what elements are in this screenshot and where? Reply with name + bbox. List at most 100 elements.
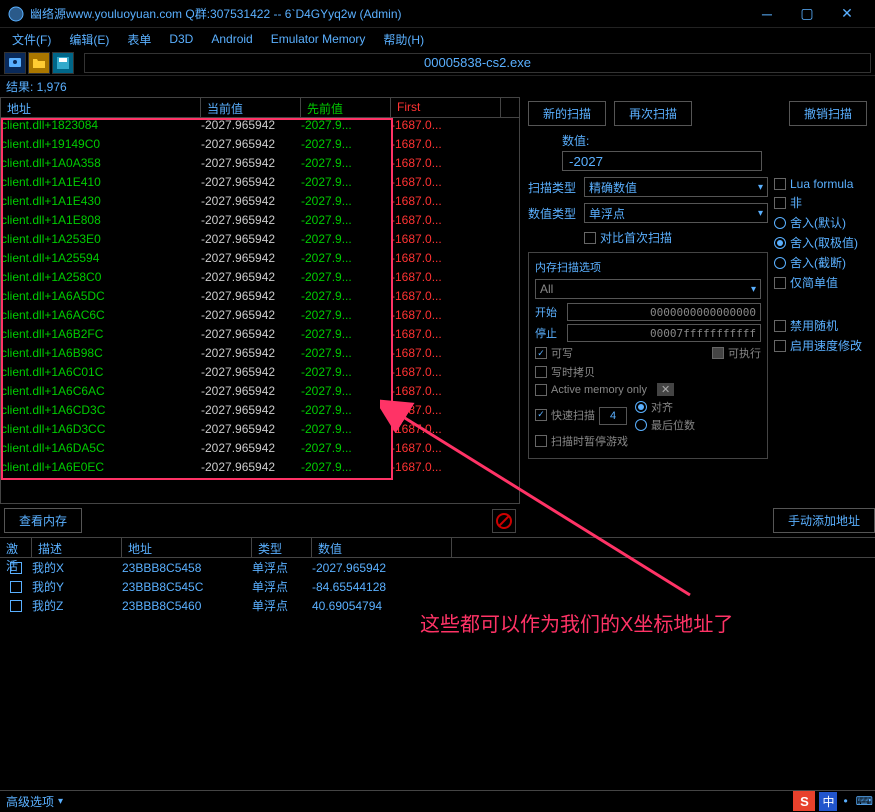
result-row[interactable]: client.dll+1A6C01C-2027.965942-2027.9...…	[1, 365, 519, 384]
select-process-icon[interactable]	[4, 52, 26, 74]
menu-emulator[interactable]: Emulator Memory	[263, 30, 374, 48]
result-row[interactable]: client.dll+1A6B2FC-2027.965942-2027.9...…	[1, 327, 519, 346]
result-row[interactable]: client.dll+1A6CD3C-2027.965942-2027.9...…	[1, 403, 519, 422]
minimize-button[interactable]: ─	[747, 2, 787, 26]
stop-address-input[interactable]	[567, 324, 761, 342]
cow-checkbox[interactable]	[535, 366, 547, 378]
start-address-input[interactable]	[567, 303, 761, 321]
results-table: 地址 当前值 先前值 First client.dll+1823084-2027…	[0, 97, 520, 504]
pause-game-checkbox[interactable]	[535, 435, 547, 447]
scan-value-input[interactable]	[562, 151, 762, 171]
compare-first-checkbox[interactable]	[584, 232, 596, 244]
toolbar: 00005838-cs2.exe	[0, 50, 875, 76]
last-digit-radio[interactable]	[635, 419, 647, 431]
col-previous[interactable]: 先前值	[301, 98, 391, 117]
memopt-all-select[interactable]: All▾	[535, 279, 761, 299]
result-row[interactable]: client.dll+1A1E410-2027.965942-2027.9...…	[1, 175, 519, 194]
menu-android[interactable]: Android	[203, 30, 260, 48]
next-scan-button[interactable]: 再次扫描	[614, 101, 692, 126]
bcol-type[interactable]: 类型	[252, 538, 312, 557]
chevron-down-icon[interactable]: ▾	[58, 796, 63, 807]
freeze-checkbox[interactable]	[10, 600, 22, 612]
ime-taskbar: S 中 • ⌨	[793, 790, 875, 812]
round-extreme-radio[interactable]	[774, 237, 786, 249]
freeze-checkbox[interactable]	[10, 562, 22, 574]
fast-scan-value[interactable]	[599, 407, 627, 425]
result-row[interactable]: client.dll+1A6C6AC-2027.965942-2027.9...…	[1, 384, 519, 403]
menu-edit[interactable]: 编辑(E)	[61, 29, 117, 50]
result-row[interactable]: client.dll+1A6A5DC-2027.965942-2027.9...…	[1, 289, 519, 308]
col-current[interactable]: 当前值	[201, 98, 301, 117]
menu-table[interactable]: 表单	[119, 29, 159, 50]
ime-dot-icon[interactable]: •	[841, 794, 849, 808]
statusbar: 高级选项 ▾	[0, 790, 875, 812]
save-icon[interactable]	[52, 52, 74, 74]
result-row[interactable]: client.dll+1A6D3CC-2027.965942-2027.9...…	[1, 422, 519, 441]
compare-first-label: 对比首次扫描	[600, 229, 672, 246]
value-label: 数值:	[562, 132, 867, 149]
not-checkbox[interactable]	[774, 197, 786, 209]
col-address[interactable]: 地址	[1, 98, 201, 117]
results-count: 结果: 1,976	[0, 76, 875, 97]
clear-icon[interactable]	[492, 509, 516, 533]
open-file-icon[interactable]	[28, 52, 50, 74]
memopt-title: 内存扫描选项	[535, 259, 761, 275]
result-row[interactable]: client.dll+1A25594-2027.965942-2027.9...…	[1, 251, 519, 270]
lang-icon[interactable]: 中	[819, 792, 837, 811]
ime-icon[interactable]: S	[793, 791, 815, 811]
executable-checkbox[interactable]	[712, 347, 724, 359]
close-button[interactable]: ✕	[827, 2, 867, 26]
round-trunc-radio[interactable]	[774, 257, 786, 269]
align-radio[interactable]	[635, 401, 647, 413]
value-type-select[interactable]: 单浮点▾	[584, 203, 768, 223]
fast-scan-checkbox[interactable]	[535, 409, 547, 421]
result-row[interactable]: client.dll+1A6AC6C-2027.965942-2027.9...…	[1, 308, 519, 327]
bcol-active[interactable]: 激活	[0, 538, 32, 557]
result-row[interactable]: client.dll+1A6B98C-2027.965942-2027.9...…	[1, 346, 519, 365]
results-header: 地址 当前值 先前值 First	[1, 98, 519, 118]
result-row[interactable]: client.dll+1A6E0EC-2027.965942-2027.9...…	[1, 460, 519, 479]
result-row[interactable]: client.dll+1A1E808-2027.965942-2027.9...…	[1, 213, 519, 232]
address-list-row[interactable]: 我的X23BBB8C5458单浮点-2027.965942	[0, 558, 875, 577]
address-list-row[interactable]: 我的Y23BBB8C545C单浮点-84.65544128	[0, 577, 875, 596]
result-row[interactable]: client.dll+1A253E0-2027.965942-2027.9...…	[1, 232, 519, 251]
ime-keyboard-icon[interactable]: ⌨	[854, 794, 875, 808]
col-first[interactable]: First	[391, 98, 501, 117]
result-row[interactable]: client.dll+1A258C0-2027.965942-2027.9...…	[1, 270, 519, 289]
round-default-radio[interactable]	[774, 217, 786, 229]
start-label: 开始	[535, 304, 563, 320]
undo-scan-button[interactable]: 撤销扫描	[789, 101, 867, 126]
scan-type-select[interactable]: 精确数值▾	[584, 177, 768, 197]
manual-add-button[interactable]: 手动添加地址	[773, 508, 875, 533]
menu-d3d[interactable]: D3D	[161, 30, 201, 48]
result-row[interactable]: client.dll+1823084-2027.965942-2027.9...…	[1, 118, 519, 137]
attached-process[interactable]: 00005838-cs2.exe	[84, 53, 871, 73]
bcol-desc[interactable]: 描述	[32, 538, 122, 557]
result-row[interactable]: client.dll+1A0A358-2027.965942-2027.9...…	[1, 156, 519, 175]
writable-checkbox[interactable]	[535, 347, 547, 359]
view-memory-button[interactable]: 查看内存	[4, 508, 82, 533]
menu-file[interactable]: 文件(F)	[4, 29, 59, 50]
stop-label: 停止	[535, 325, 563, 341]
menubar: 文件(F) 编辑(E) 表单 D3D Android Emulator Memo…	[0, 28, 875, 50]
app-icon	[8, 6, 24, 22]
result-row[interactable]: client.dll+1A1E430-2027.965942-2027.9...…	[1, 194, 519, 213]
bcol-value[interactable]: 数值	[312, 538, 452, 557]
result-row[interactable]: client.dll+1A6DA5C-2027.965942-2027.9...…	[1, 441, 519, 460]
maximize-button[interactable]: ▢	[787, 2, 827, 26]
enable-speed-checkbox[interactable]	[774, 340, 786, 352]
close-x-icon[interactable]: ✕	[657, 383, 674, 396]
result-row[interactable]: client.dll+19149C0-2027.965942-2027.9...…	[1, 137, 519, 156]
disable-random-checkbox[interactable]	[774, 320, 786, 332]
advanced-options[interactable]: 高级选项	[6, 793, 54, 810]
scan-type-label: 扫描类型	[528, 179, 580, 196]
bcol-addr[interactable]: 地址	[122, 538, 252, 557]
freeze-checkbox[interactable]	[10, 581, 22, 593]
address-list-row[interactable]: 我的Z23BBB8C5460单浮点40.69054794	[0, 596, 875, 615]
menu-help[interactable]: 帮助(H)	[375, 29, 432, 50]
value-type-label: 数值类型	[528, 205, 580, 222]
lua-formula-checkbox[interactable]	[774, 178, 786, 190]
simple-only-checkbox[interactable]	[774, 277, 786, 289]
active-memory-checkbox[interactable]	[535, 384, 547, 396]
new-scan-button[interactable]: 新的扫描	[528, 101, 606, 126]
